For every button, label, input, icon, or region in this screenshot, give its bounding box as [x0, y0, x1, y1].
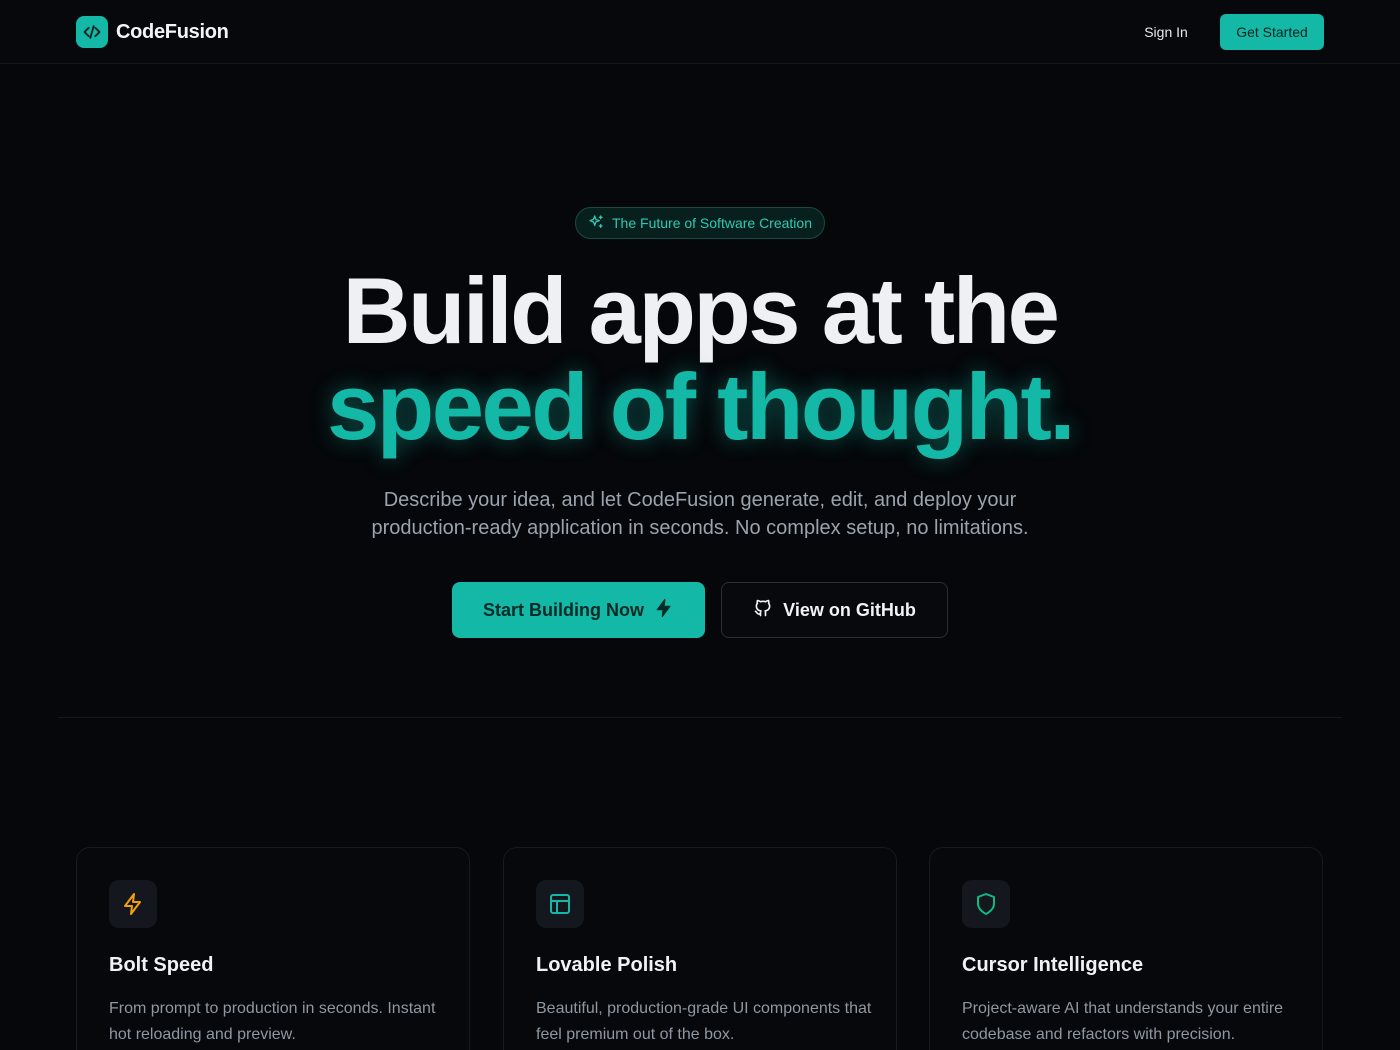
hero-title-line-2: speed of thought.	[327, 354, 1075, 459]
view-github-label: View on GitHub	[783, 599, 916, 620]
start-building-button[interactable]: Start Building Now	[452, 582, 705, 638]
view-github-button[interactable]: View on GitHub	[721, 582, 948, 638]
top-nav: CodeFusion Sign In Get Started	[0, 0, 1400, 64]
brand-name: CodeFusion	[116, 20, 229, 43]
feature-description: From prompt to production in seconds. In…	[109, 1000, 436, 1043]
feature-title: Cursor Intelligence	[962, 954, 1144, 976]
brand-logo[interactable]: CodeFusion	[76, 16, 229, 48]
start-building-label: Start Building Now	[483, 599, 644, 620]
hero-subtitle-line-1: Describe your idea, and let CodeFusion g…	[383, 489, 1017, 511]
shield-icon	[962, 880, 1010, 928]
feature-description: Beautiful, production-grade UI component…	[536, 1000, 872, 1043]
sparkles-icon	[588, 214, 604, 233]
hero-badge: The Future of Software Creation	[575, 207, 825, 239]
github-icon	[753, 598, 773, 623]
hero-badge-label: The Future of Software Creation	[612, 215, 812, 231]
hero-subtitle: Describe your idea, and let CodeFusion g…	[350, 486, 1050, 542]
feature-description: Project-aware AI that understands your e…	[962, 1000, 1284, 1043]
layout-icon	[536, 880, 584, 928]
hero-title-line-1: Build apps at the	[342, 258, 1060, 363]
feature-title: Bolt Speed	[109, 954, 214, 976]
bolt-icon	[654, 598, 674, 623]
section-divider	[58, 717, 1342, 718]
feature-title: Lovable Polish	[536, 954, 678, 976]
get-started-button[interactable]: Get Started	[1220, 14, 1324, 50]
feature-card-lovable-polish: Lovable Polish Beautiful, production-gra…	[503, 847, 897, 1050]
feature-card-cursor-intelligence: Cursor Intelligence Project-aware AI tha…	[929, 847, 1323, 1050]
sign-in-button[interactable]: Sign In	[1128, 20, 1204, 44]
feature-card-bolt-speed: Bolt Speed From prompt to production in …	[76, 847, 470, 1050]
code-icon	[76, 16, 108, 48]
bolt-icon	[109, 880, 157, 928]
hero-subtitle-line-2: production-ready application in seconds.…	[371, 517, 1029, 539]
